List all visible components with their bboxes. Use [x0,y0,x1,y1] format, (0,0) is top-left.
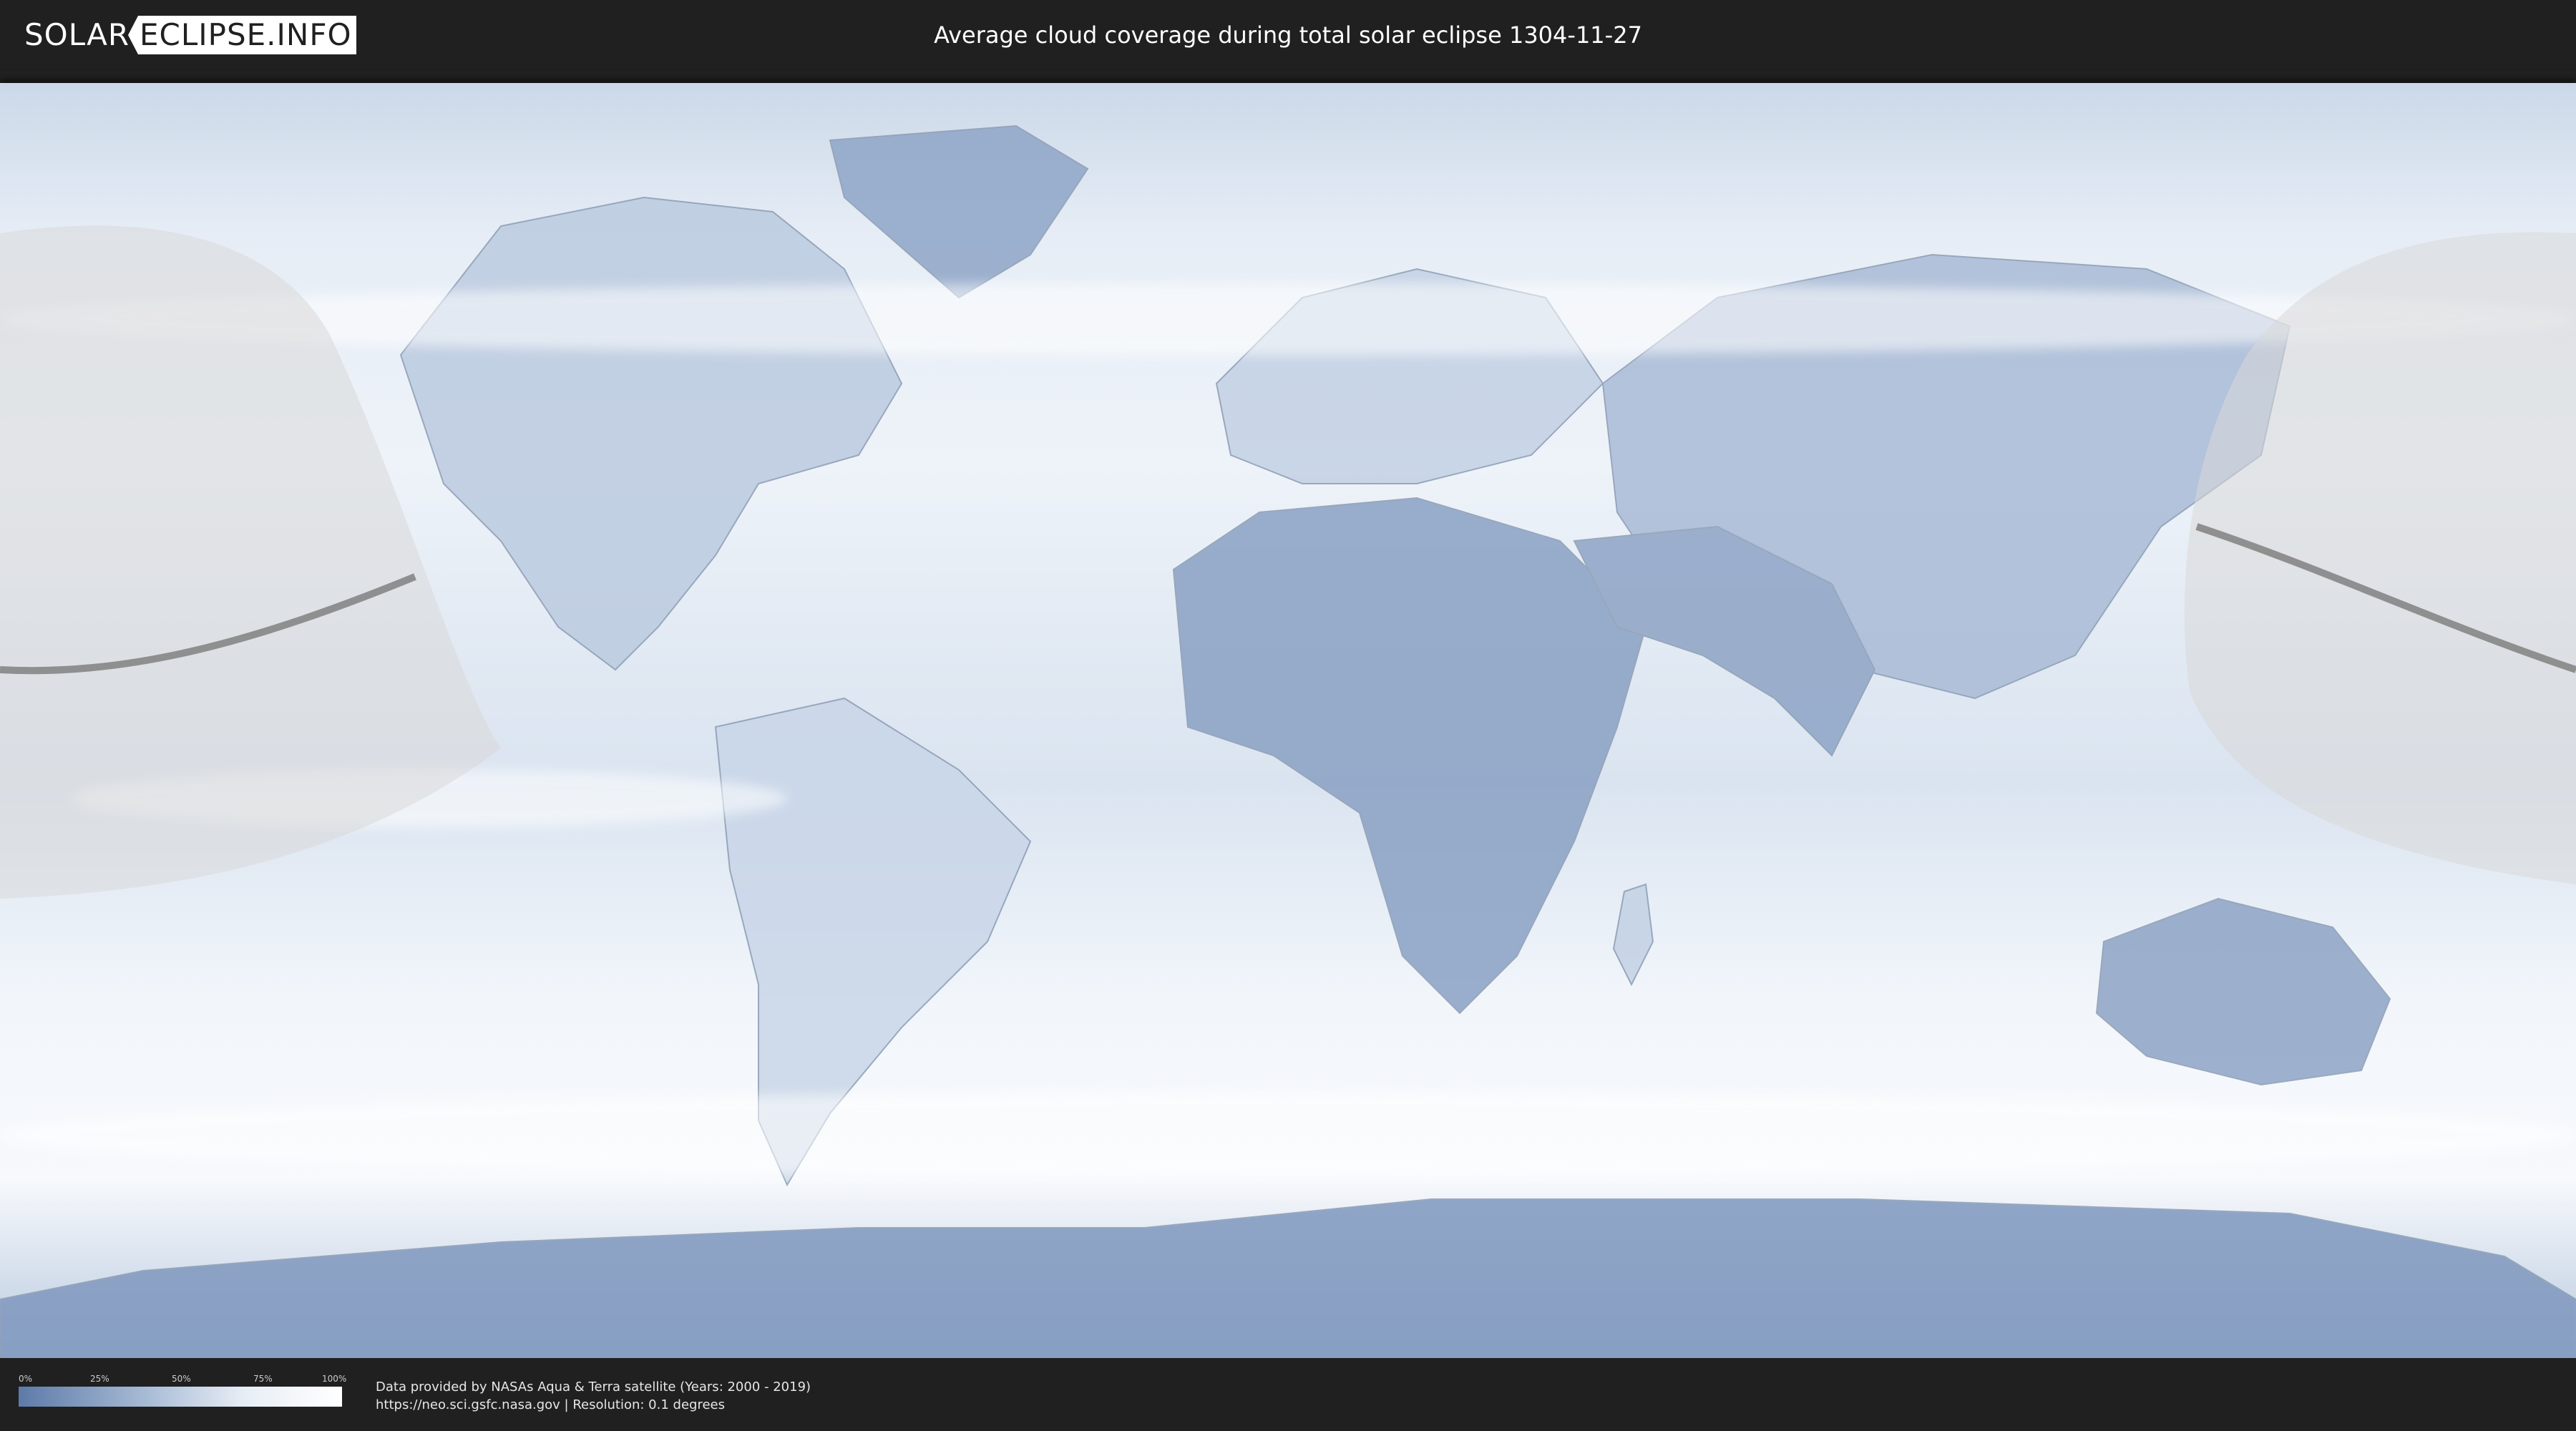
legend-label-25: 25% [90,1374,109,1384]
legend-label-100: 100% [322,1374,347,1384]
legend-label-75: 75% [253,1374,273,1384]
credits-line-2[interactable]: https://neo.sci.gsfc.nasa.gov | Resoluti… [376,1396,811,1414]
data-credits: Data provided by NASAs Aqua & Terra sate… [376,1378,811,1414]
legend-gradient-bar [19,1387,342,1407]
credits-line-1: Data provided by NASAs Aqua & Terra sate… [376,1379,811,1395]
legend-label-0: 0% [19,1374,33,1384]
footer-bar: 0% 25% 50% 75% 100% Data provided by NAS… [0,1358,2576,1431]
legend-labels: 0% 25% 50% 75% 100% [19,1374,346,1387]
cloud-coverage-map [0,83,2576,1358]
header-bar: SOLAR ECLIPSE.INFO Average cloud coverag… [0,0,2576,72]
color-legend: 0% 25% 50% 75% 100% [19,1374,346,1407]
page-title: Average cloud coverage during total sola… [934,21,1642,49]
legend-label-50: 50% [172,1374,191,1384]
world-map-svg [0,83,2576,1358]
